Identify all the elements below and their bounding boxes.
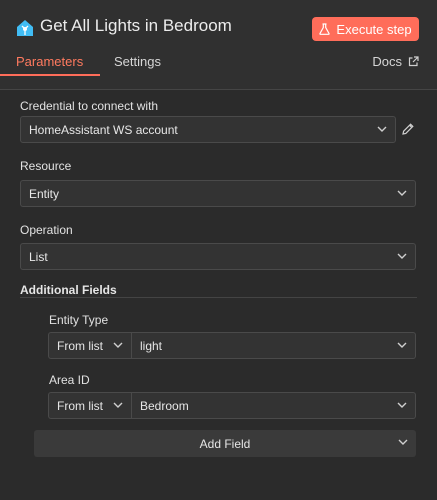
chevron-down-icon [397,402,407,408]
area-id-field: From list Bedroom [48,392,416,419]
flask-icon [319,23,331,35]
tab-settings[interactable]: Settings [114,54,161,69]
pencil-icon[interactable] [401,122,415,136]
additional-fields-title: Additional Fields [20,283,117,297]
chevron-down-icon [377,126,387,132]
section-divider [20,297,417,298]
entity-type-mode-value: From list [57,338,103,353]
add-field-dropdown[interactable]: Add Field [34,430,416,457]
entity-type-value: light [140,338,163,353]
resource-select[interactable]: Entity [20,180,416,207]
entity-type-field: From list light [48,332,416,359]
entity-type-mode-select[interactable]: From list [48,332,132,359]
credential-value: HomeAssistant WS account [29,122,178,137]
credential-select[interactable]: HomeAssistant WS account [20,116,396,143]
area-id-value-select[interactable]: Bedroom [132,392,416,419]
operation-label: Operation [20,223,73,237]
resource-label: Resource [20,159,72,173]
area-id-mode-value: From list [57,398,103,413]
tab-settings-label: Settings [114,54,161,69]
entity-type-label: Entity Type [49,313,109,327]
entity-type-value-select[interactable]: light [132,332,416,359]
docs-link[interactable]: Docs [372,54,419,69]
node-header: Get All Lights in Bedroom Execute step P… [0,0,437,90]
area-id-value: Bedroom [140,398,189,413]
chevron-down-icon [113,402,123,408]
home-assistant-icon [17,20,33,36]
chevron-down-icon [113,342,123,348]
chevron-down-icon [398,439,408,445]
active-tab-indicator [0,74,100,76]
chevron-down-icon [397,342,407,348]
tab-parameters-label: Parameters [16,54,84,69]
docs-label: Docs [372,54,402,69]
external-link-icon [408,56,419,67]
add-field-label: Add Field [199,436,251,451]
node-title: Get All Lights in Bedroom [40,16,232,35]
credential-label: Credential to connect with [20,99,159,113]
chevron-down-icon [397,190,407,196]
execute-step-button[interactable]: Execute step [312,17,419,41]
chevron-down-icon [397,253,407,259]
execute-step-label: Execute step [336,21,412,37]
tab-bar: Parameters Settings Docs [0,50,437,90]
area-id-mode-select[interactable]: From list [48,392,132,419]
tab-parameters[interactable]: Parameters [16,54,83,69]
area-id-label: Area ID [49,373,90,387]
resource-value: Entity [29,186,60,201]
operation-select[interactable]: List [20,243,416,270]
operation-value: List [29,249,48,264]
